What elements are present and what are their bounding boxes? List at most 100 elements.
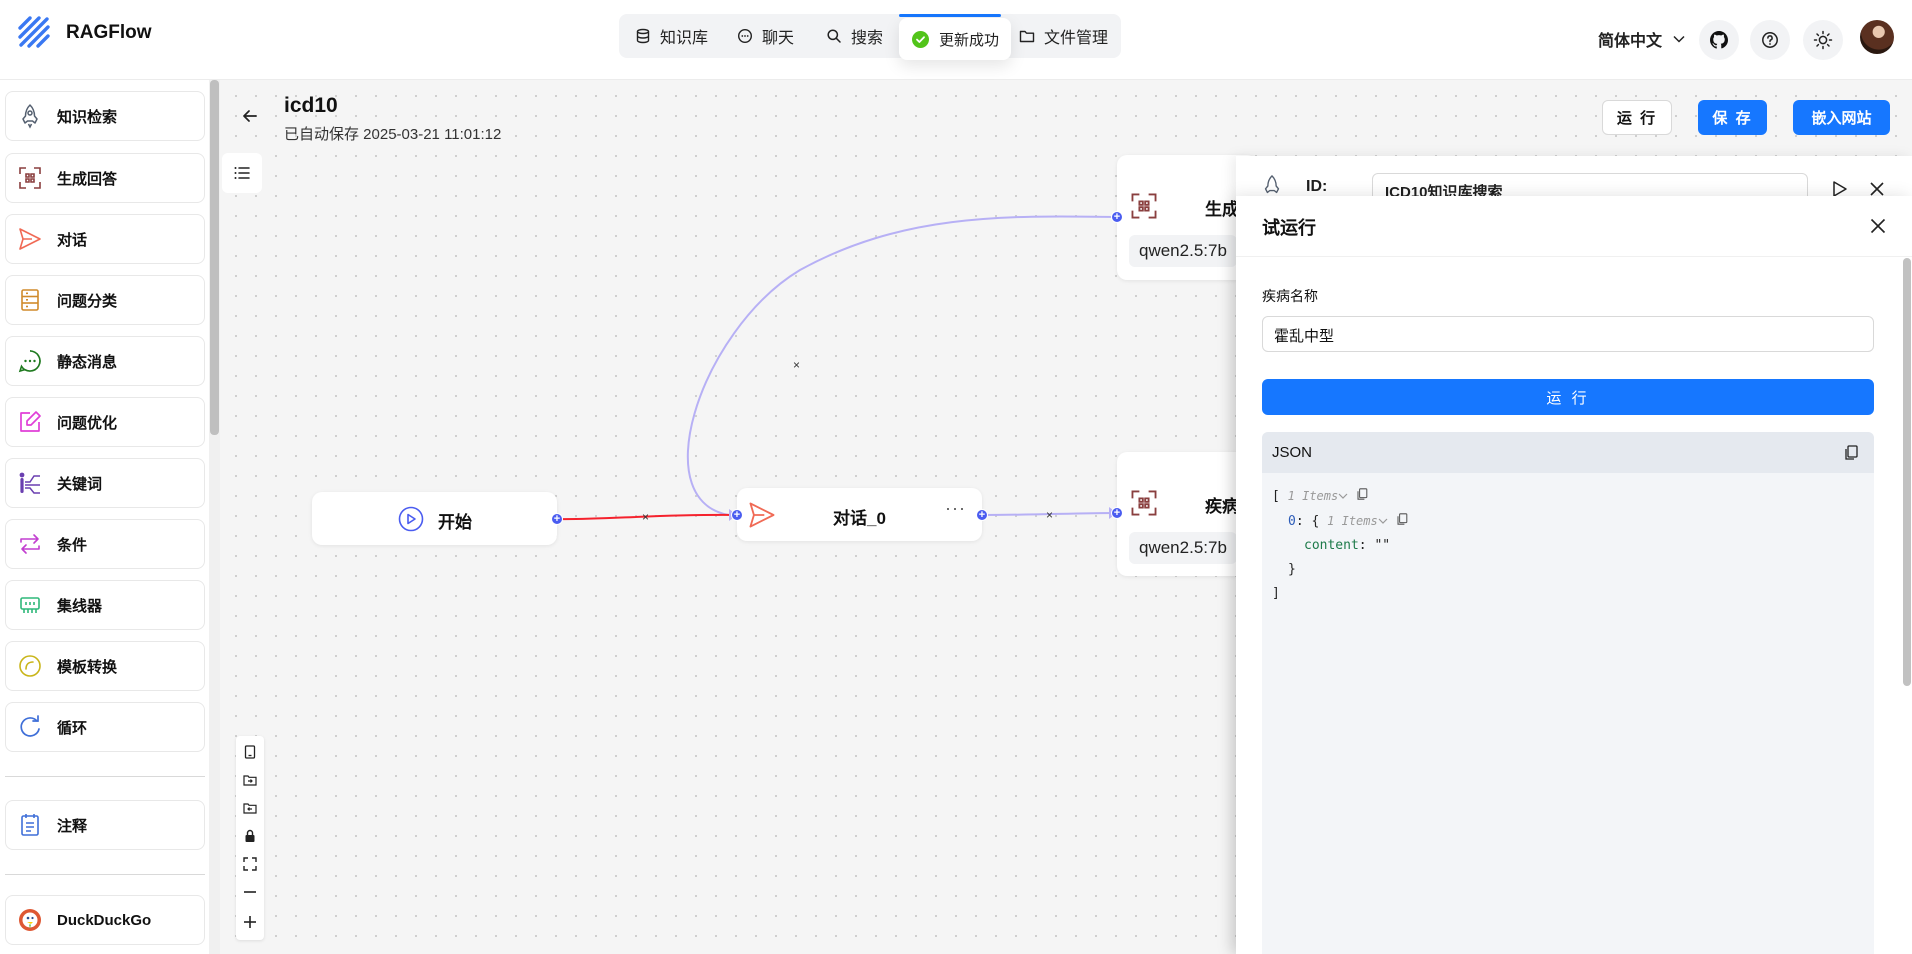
chevron-down-icon[interactable] [1378,517,1388,525]
sidebar-item-label: 问题分类 [57,292,118,310]
chevron-down-icon[interactable] [1338,492,1348,500]
sidebar-item-switch[interactable]: 条件 [5,519,205,569]
sidebar-item-retrieval[interactable]: 知识检索 [5,91,205,141]
json-title: JSON [1272,444,1313,461]
drawer-divider [1236,256,1912,257]
test-run-button[interactable]: 运 行 [1262,379,1874,415]
rocket-icon [22,104,38,129]
copy-icon[interactable] [1356,488,1368,500]
node-output-handle[interactable]: + [976,509,988,521]
generate-icon [1131,490,1157,516]
loop-icon [20,715,40,737]
close-icon[interactable] [1870,218,1886,234]
sidebar-item-concentrator[interactable]: 集线器 [5,580,205,630]
message-icon [18,350,41,373]
user-avatar[interactable] [1860,20,1894,54]
toast-text: 更新成功 [939,31,1000,49]
json-line: 0: { 1 Items [1272,509,1408,534]
sidebar-scrollbar[interactable] [210,80,219,435]
sidebar-item-note[interactable]: 注释 [5,800,205,850]
json-viewer: JSON [ 1 Items 0: { 1 Items content: "" … [1262,432,1874,954]
node-output-handle[interactable]: + [551,513,563,525]
language-label: 简体中文 [1598,33,1663,50]
node-menu-icon[interactable]: ··· [945,498,966,519]
json-value: "" [1374,538,1391,553]
outline-toggle-button[interactable] [222,153,262,193]
nav-active-indicator [899,14,1001,17]
copy-icon[interactable] [1844,445,1858,460]
edit-icon [20,411,41,432]
nav-file-management[interactable]: 文件管理 [1019,22,1108,50]
nav-label: 聊天 [762,30,795,47]
edge-delete-button[interactable]: × [793,358,800,372]
sidebar-item-rewrite[interactable]: 问题优化 [5,397,205,447]
nav-search[interactable]: 搜索 [826,22,883,50]
nav-knowledge-base[interactable]: 知识库 [635,22,708,50]
copy-icon[interactable] [1396,513,1408,525]
node-input-handle[interactable]: + [731,509,743,521]
run-button[interactable]: 运 行 [1602,100,1672,135]
zoom-out-button[interactable] [236,878,264,906]
sidebar-item-label: 静态消息 [57,353,118,371]
sidebar-item-label: 对话 [57,231,88,249]
back-arrow-icon[interactable] [240,106,260,126]
fit-view-button[interactable] [236,850,264,878]
embed-website-button[interactable]: 嵌入网站 [1793,100,1890,135]
export-button[interactable] [236,794,264,822]
help-button[interactable] [1750,20,1790,60]
import-button[interactable] [236,766,264,794]
drawer-title: 试运行 [1262,218,1316,238]
sidebar-item-label: 注释 [57,817,88,835]
drawer-scrollbar[interactable] [1903,258,1911,686]
disease-name-value: 霍乱中型 [1274,328,1335,345]
node-dialog[interactable]: 对话_0 ··· [737,488,982,541]
language-selector[interactable]: 简体中文 [1598,24,1686,54]
app-logo[interactable]: RAGFlow [16,14,152,52]
json-line: ] [1272,582,1408,606]
json-bracket: } [1288,562,1296,577]
node-label: 开始 [438,513,472,532]
play-circle-icon [398,506,424,532]
json-item-count: 1 Items [1287,489,1339,503]
node-input-handle[interactable]: + [1111,507,1123,519]
flow-title: icd10 [284,94,338,117]
lock-button[interactable] [236,822,264,850]
save-button[interactable]: 保 存 [1698,100,1767,135]
disease-name-input[interactable]: 霍乱中型 [1262,316,1874,352]
check-circle-icon [912,30,929,48]
json-item-count: 1 Items [1327,514,1378,528]
canvas-controls [236,736,264,940]
zoom-in-button[interactable] [236,908,264,936]
sidebar-item-keyword[interactable]: 关键词 [5,458,205,508]
json-bracket: [ [1272,489,1280,504]
github-button[interactable] [1699,20,1739,60]
switch-icon [20,534,40,554]
sidebar-item-dialog[interactable]: 对话 [5,214,205,264]
json-line: content: "" [1304,538,1391,553]
minimap-toggle[interactable] [236,738,264,766]
close-icon[interactable] [1870,182,1884,196]
search-icon [827,29,841,43]
node-input-handle[interactable]: + [1111,211,1123,223]
success-toast: 更新成功 [899,18,1011,60]
nav-chat[interactable]: 聊天 [737,22,794,50]
generate-icon [1131,193,1157,219]
node-start[interactable]: 开始 [312,492,557,545]
json-line: [ 1 Items [1272,484,1408,509]
theme-toggle-button[interactable] [1803,20,1843,60]
edge-delete-button[interactable]: × [1046,508,1053,522]
sidebar-item-loop[interactable]: 循环 [5,702,205,752]
sidebar-divider [5,776,205,777]
sidebar-item-duckduckgo[interactable]: DuckDuckGo [5,895,205,945]
plus-icon [244,916,256,928]
sidebar-item-template[interactable]: 模板转换 [5,641,205,691]
sidebar-item-message[interactable]: 静态消息 [5,336,205,386]
sidebar-item-label: 模板转换 [57,658,118,676]
node-label: 生成 [1205,200,1239,219]
edge-delete-button[interactable]: × [642,510,649,524]
sidebar-item-generate[interactable]: 生成回答 [5,153,205,203]
sidebar-item-categorize[interactable]: 问题分类 [5,275,205,325]
categorize-icon [21,289,39,311]
sidebar-item-label: 生成回答 [57,170,118,188]
operator-sidebar: 知识检索 生成回答 对话 问题分类 静态消息 问题优化 关键词 条件 集线器 模… [0,80,220,954]
